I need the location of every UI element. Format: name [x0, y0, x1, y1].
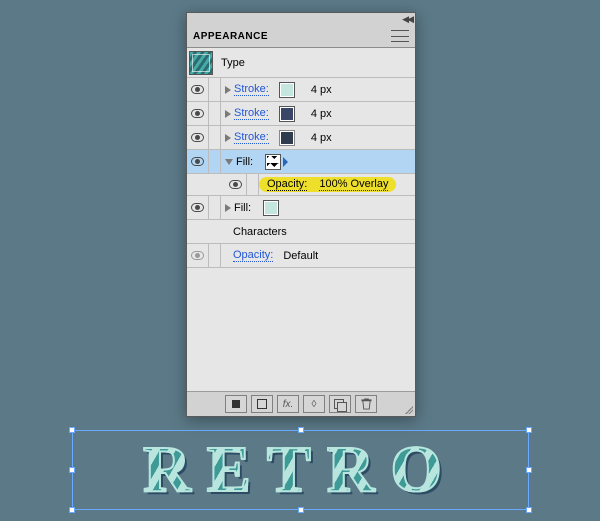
stroke-link[interactable]: Stroke:	[234, 131, 269, 144]
visibility-toggle[interactable]	[187, 78, 209, 101]
bounding-box	[72, 430, 529, 510]
opacity-link[interactable]: Opacity:	[233, 249, 273, 262]
eye-icon	[191, 109, 204, 118]
new-stroke-button[interactable]	[225, 395, 247, 413]
opacity-value[interactable]: 100% Overlay	[319, 178, 388, 191]
stroke-weight[interactable]: 4 px	[311, 132, 332, 144]
color-swatch[interactable]	[279, 130, 295, 146]
eye-icon	[191, 157, 204, 166]
chevron-down-icon[interactable]	[225, 159, 233, 165]
eye-icon	[191, 251, 204, 260]
pattern-swatch[interactable]	[265, 154, 281, 170]
fill-row-2[interactable]: Fill:	[187, 196, 415, 220]
panel-footer: fx. ◊	[187, 392, 415, 416]
panel-menu-button[interactable]	[391, 30, 409, 42]
resize-grip[interactable]	[403, 404, 413, 414]
new-fill-button[interactable]	[251, 395, 273, 413]
chevron-right-icon[interactable]	[225, 134, 231, 142]
fill-label: Fill:	[234, 202, 251, 214]
opacity-link[interactable]: Opacity:	[267, 178, 307, 191]
appearance-panel: ◀◀ APPEARANCE Type Stroke: 4 px Stroke:	[186, 12, 416, 417]
chevron-right-icon[interactable]	[225, 204, 231, 212]
color-swatch[interactable]	[279, 82, 295, 98]
visibility-toggle[interactable]	[225, 174, 247, 195]
stroke-link[interactable]: Stroke:	[234, 107, 269, 120]
panel-titlebar[interactable]: APPEARANCE	[187, 25, 415, 48]
trash-icon	[361, 398, 372, 410]
opacity-value: Default	[283, 250, 318, 262]
handle-top-middle[interactable]	[298, 427, 304, 433]
duplicate-item-button[interactable]	[329, 395, 351, 413]
handle-middle-left[interactable]	[69, 467, 75, 473]
visibility-toggle[interactable]	[187, 126, 209, 149]
handle-bottom-middle[interactable]	[298, 507, 304, 513]
stroke-weight[interactable]: 4 px	[311, 84, 332, 96]
clear-appearance-button[interactable]: ◊	[303, 395, 325, 413]
visibility-toggle[interactable]	[187, 196, 209, 219]
panel-title: APPEARANCE	[193, 31, 268, 42]
characters-row[interactable]: Characters	[187, 220, 415, 244]
color-swatch[interactable]	[263, 200, 279, 216]
stroke-row-3[interactable]: Stroke: 4 px	[187, 126, 415, 150]
chevron-right-icon[interactable]	[225, 110, 231, 118]
stroke-link[interactable]: Stroke:	[234, 83, 269, 96]
stroke-row-1[interactable]: Stroke: 4 px	[187, 78, 415, 102]
opacity-row[interactable]: Opacity: 100% Overlay	[187, 174, 415, 196]
type-row[interactable]: Type	[187, 48, 415, 78]
eye-icon	[191, 133, 204, 142]
fill-row-1[interactable]: Fill:	[187, 150, 415, 174]
delete-item-button[interactable]	[355, 395, 377, 413]
eye-icon	[229, 180, 242, 189]
handle-middle-right[interactable]	[526, 467, 532, 473]
panel-body: Type Stroke: 4 px Stroke: 4 px Stroke:	[187, 48, 415, 392]
stroke-weight[interactable]: 4 px	[311, 108, 332, 120]
type-label: Type	[221, 57, 245, 69]
visibility-toggle[interactable]	[187, 102, 209, 125]
panel-collapse-button[interactable]: ◀◀	[388, 14, 412, 24]
eye-icon	[191, 203, 204, 212]
handle-bottom-left[interactable]	[69, 507, 75, 513]
handle-bottom-right[interactable]	[526, 507, 532, 513]
color-swatch[interactable]	[279, 106, 295, 122]
handle-top-right[interactable]	[526, 427, 532, 433]
type-thumbnail	[189, 51, 213, 75]
artboard-selection[interactable]: RETRO RETRO RETRO	[72, 430, 529, 510]
opacity-highlight: Opacity: 100% Overlay	[259, 177, 396, 192]
swatch-flyout-icon[interactable]	[283, 157, 288, 167]
visibility-toggle[interactable]	[187, 150, 209, 173]
fill-label: Fill:	[236, 156, 253, 168]
handle-top-left[interactable]	[69, 427, 75, 433]
characters-label: Characters	[221, 226, 287, 238]
stroke-row-2[interactable]: Stroke: 4 px	[187, 102, 415, 126]
eye-icon	[191, 85, 204, 94]
add-effect-button[interactable]: fx.	[277, 395, 299, 413]
opacity-default-row[interactable]: Opacity: Default	[187, 244, 415, 268]
visibility-toggle[interactable]	[187, 244, 209, 267]
chevron-right-icon[interactable]	[225, 86, 231, 94]
